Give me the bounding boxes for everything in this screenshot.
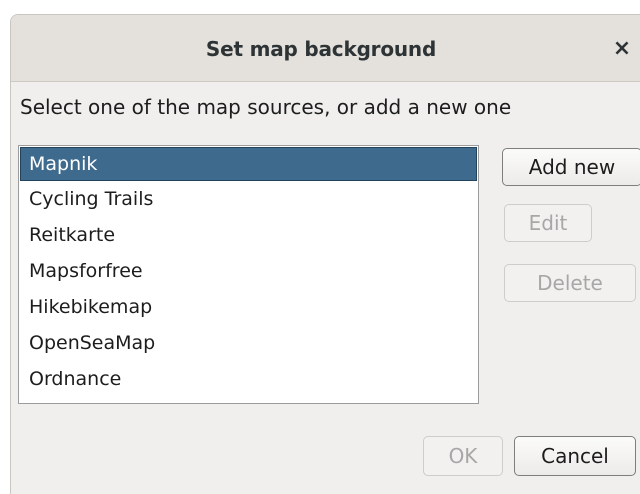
- list-item-openseamap[interactable]: OpenSeaMap: [20, 326, 477, 360]
- map-source-list[interactable]: Mapnik Cycling Trails Reitkarte Mapsforf…: [18, 145, 479, 404]
- list-item-mapsforfree[interactable]: Mapsforfree: [20, 254, 477, 288]
- list-item-hikebikemap[interactable]: Hikebikemap: [20, 290, 477, 324]
- dialog-title: Set map background: [205, 37, 437, 61]
- close-icon[interactable]: ×: [605, 32, 639, 66]
- add-new-button[interactable]: Add new: [502, 148, 640, 186]
- instruction-text: Select one of the map sources, or add a …: [20, 95, 512, 119]
- ok-button[interactable]: OK: [423, 436, 503, 476]
- dialog-titlebar[interactable]: Set map background ×: [11, 15, 640, 82]
- list-item-cycling-trails[interactable]: Cycling Trails: [20, 182, 477, 216]
- edit-button[interactable]: Edit: [504, 204, 592, 242]
- set-map-background-dialog: Set map background × Select one of the m…: [10, 14, 640, 494]
- list-item-reitkarte[interactable]: Reitkarte: [20, 218, 477, 252]
- delete-button[interactable]: Delete: [504, 264, 636, 302]
- cancel-button[interactable]: Cancel: [514, 436, 636, 476]
- list-item-ordnance[interactable]: Ordnance: [20, 362, 477, 396]
- list-item-mapnik[interactable]: Mapnik: [20, 147, 477, 181]
